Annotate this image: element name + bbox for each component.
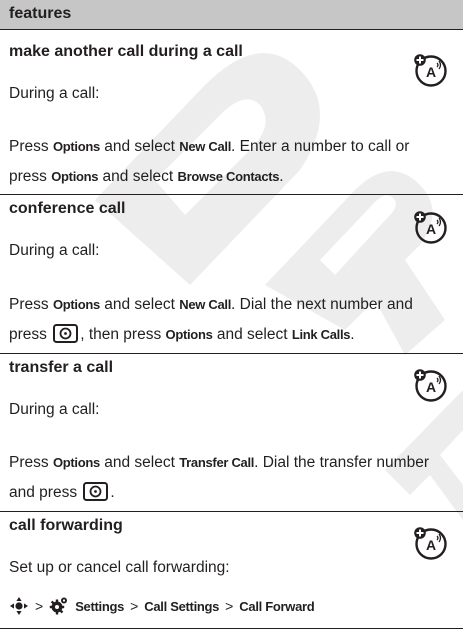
menu-call-settings: Call Settings <box>144 598 220 614</box>
path-separator: > <box>130 598 139 614</box>
key-options: Options <box>51 169 99 184</box>
svg-text:A: A <box>426 64 436 80</box>
path-separator: > <box>35 598 44 614</box>
nav-key-icon <box>10 597 28 615</box>
section-title: call forwarding <box>9 517 123 534</box>
section-step: Press Options and select Transfer Call. … <box>9 454 429 501</box>
table-header: features <box>0 0 463 30</box>
key-options: Options <box>52 139 100 154</box>
section-intro: During a call: <box>9 242 100 259</box>
section-intro: Set up or cancel call forwarding: <box>9 559 230 576</box>
menu-call-forward: Call Forward <box>239 598 315 614</box>
menu-path: > Settings > Call Settings > Call Forwar… <box>9 596 315 616</box>
key-options: Options <box>52 455 100 470</box>
section-intro: During a call: <box>9 401 100 418</box>
section-step: Press Options and select New Call. Enter… <box>9 138 410 185</box>
manual-page: features make another call during a call… <box>0 0 463 629</box>
menu-settings: Settings <box>75 598 125 614</box>
section-title: conference call <box>9 200 126 217</box>
section-title: make another call during a call <box>9 43 243 60</box>
key-options: Options <box>52 297 100 312</box>
svg-text:A: A <box>426 537 436 553</box>
key-new-call: New Call <box>179 297 232 312</box>
svg-text:A: A <box>426 221 436 237</box>
send-key-icon <box>53 324 79 343</box>
svg-text:A: A <box>426 379 436 395</box>
key-link-calls: Link Calls <box>291 327 351 342</box>
section-title-bar: call forwarding <box>0 512 463 541</box>
section-title-bar: transfer a call <box>0 354 463 383</box>
section-intro: During a call: <box>9 85 100 102</box>
path-separator: > <box>225 598 234 614</box>
key-transfer-call: Transfer Call <box>179 455 255 470</box>
section-title: transfer a call <box>9 359 114 376</box>
settings-gear-icon <box>49 597 68 615</box>
key-options: Options <box>165 327 213 342</box>
header-title: features <box>9 5 72 22</box>
section-title-bar: make another call during a call <box>0 38 463 67</box>
section-title-bar: conference call <box>0 195 463 224</box>
key-new-call: New Call <box>179 139 232 154</box>
section-step: Press Options and select New Call. Dial … <box>9 296 413 343</box>
key-browse-contacts: Browse Contacts <box>177 169 280 184</box>
send-key-icon <box>83 482 109 501</box>
